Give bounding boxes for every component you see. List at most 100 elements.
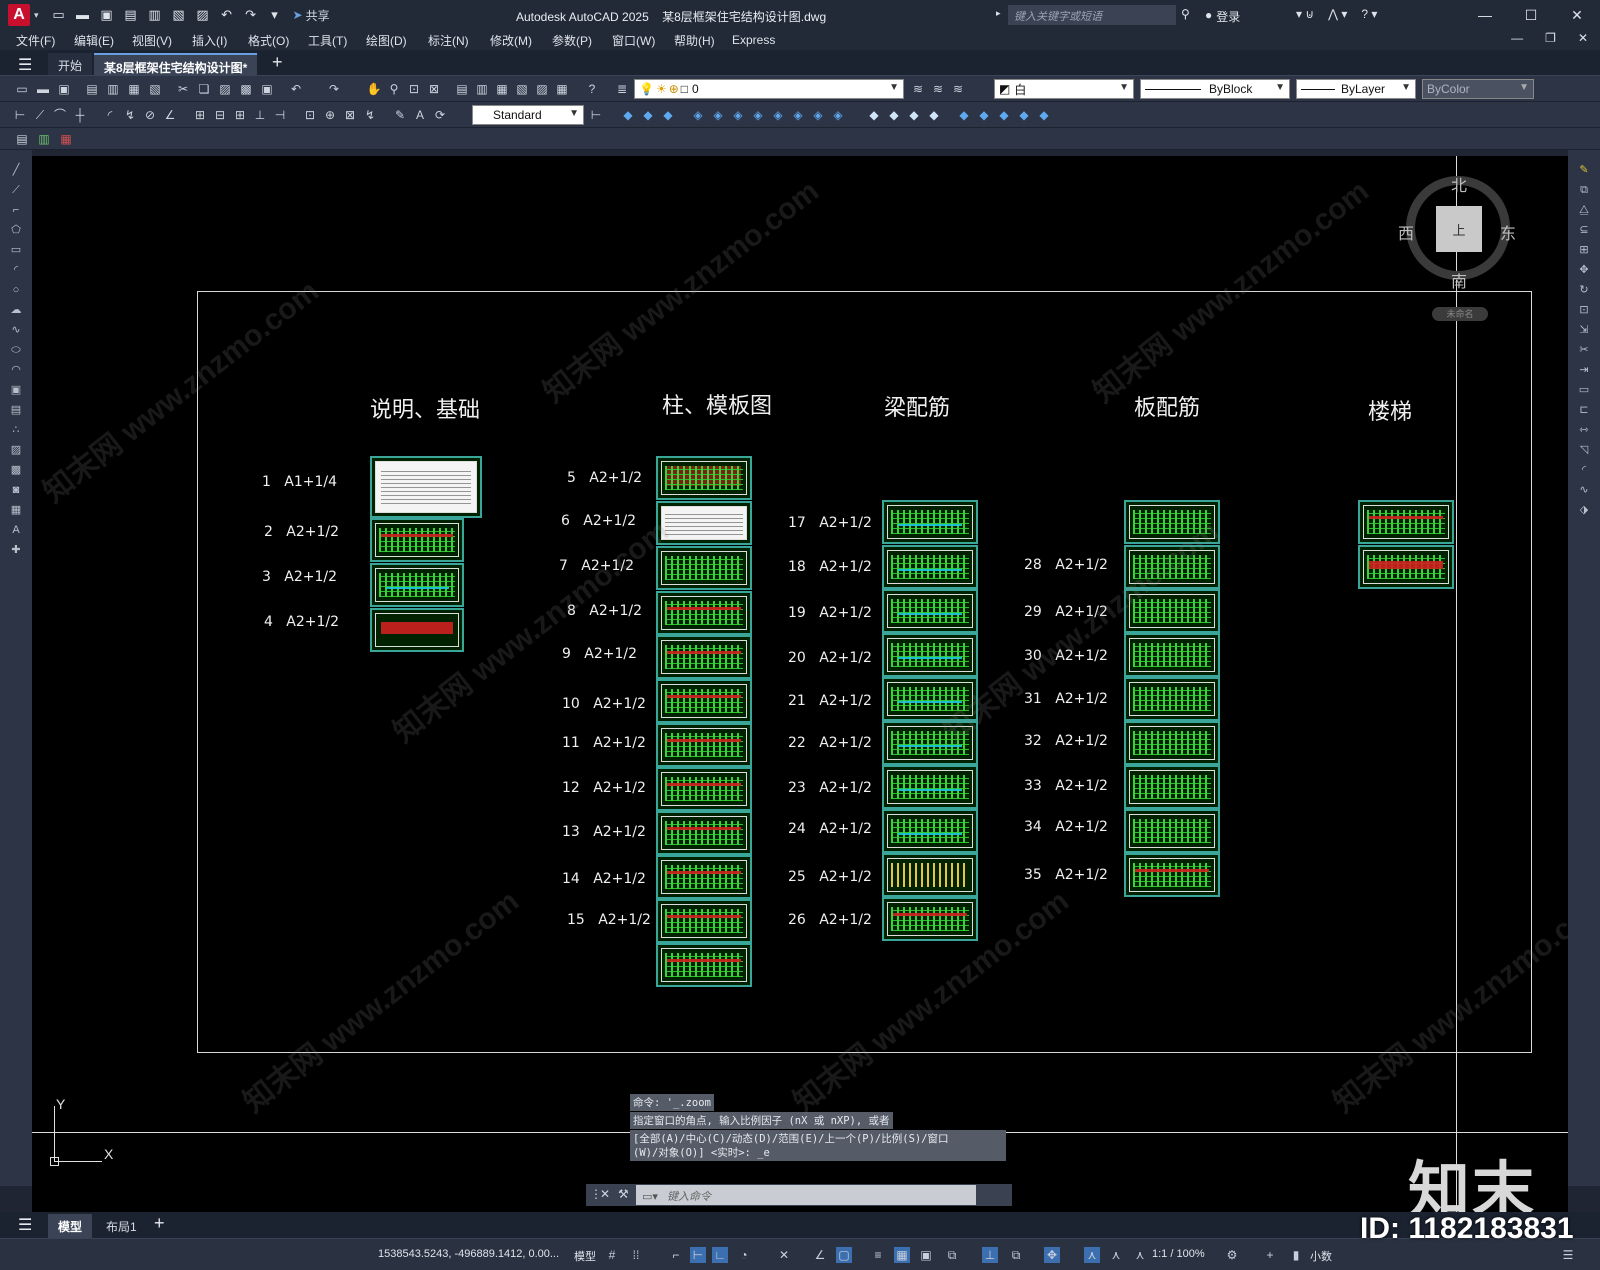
doc-restore-icon[interactable]: ❐: [1545, 31, 1556, 45]
linear-dim-icon[interactable]: ⊢: [12, 107, 28, 123]
aligned-dim-icon[interactable]: ⟋: [32, 107, 48, 123]
plot-preview-icon[interactable]: ▧: [171, 7, 187, 23]
undo-icon[interactable]: ↶: [288, 81, 304, 97]
extend-icon[interactable]: ⇥: [1576, 362, 1592, 378]
revision-cloud-icon[interactable]: ☁: [8, 302, 24, 318]
block-editor-icon[interactable]: ▣: [259, 81, 275, 97]
maximize-icon[interactable]: ☐: [1508, 0, 1554, 30]
layout-menu-icon[interactable]: ☰: [18, 1215, 32, 1235]
tab-start[interactable]: 开始: [48, 53, 93, 75]
sheet-thumbnail-14[interactable]: [656, 855, 752, 899]
menu-window[interactable]: 窗口(W): [612, 32, 674, 49]
ellipse-arc-icon[interactable]: ◠: [8, 362, 24, 378]
menu-view[interactable]: 视图(V): [132, 32, 192, 49]
ordinate-dim-icon[interactable]: ┼: [72, 107, 88, 123]
sheet-thumbnail-15[interactable]: [656, 899, 752, 943]
angular-dim-icon[interactable]: ∠: [162, 107, 178, 123]
tab-document[interactable]: 某8层框架住宅结构设计图*: [94, 53, 258, 76]
construction-line-icon[interactable]: ⟋: [8, 182, 24, 198]
open-icon[interactable]: ▬: [35, 81, 51, 97]
baseline-dim-icon[interactable]: ⊟: [212, 107, 228, 123]
menu-help[interactable]: 帮助(H): [674, 32, 732, 49]
copy-icon[interactable]: ❏: [196, 81, 212, 97]
sheet-thumbnail-35[interactable]: [1124, 853, 1220, 897]
sheet-thumbnail-20[interactable]: [882, 633, 978, 677]
new-file-icon[interactable]: ▭: [51, 7, 67, 23]
new-tab-icon[interactable]: +: [272, 52, 283, 73]
lineweight-icon[interactable]: ≡: [870, 1247, 886, 1263]
dim-style-icon[interactable]: ⊢: [588, 107, 604, 123]
save-icon[interactable]: ▣: [56, 81, 72, 97]
tool-palettes-icon[interactable]: ▦: [494, 81, 510, 97]
workspace-gear-icon[interactable]: ⚙: [1224, 1247, 1240, 1263]
qnew-icon[interactable]: ▭: [14, 81, 30, 97]
blend-icon[interactable]: ∿: [1576, 482, 1592, 498]
jogged-linear-icon[interactable]: ↯: [362, 107, 378, 123]
view-icon[interactable]: ◈: [690, 107, 706, 123]
break-at-point-icon[interactable]: ▭: [1576, 382, 1592, 398]
paste-icon[interactable]: ▨: [217, 81, 233, 97]
copy-object-icon[interactable]: ⧉: [1576, 182, 1592, 198]
tab-layout1[interactable]: 布局1: [96, 1214, 147, 1239]
annotation-monitor-icon[interactable]: +: [1262, 1247, 1278, 1263]
make-block-icon[interactable]: ▤: [8, 402, 24, 418]
transparency-icon[interactable]: ▦: [894, 1247, 910, 1263]
publish-pdf-icon[interactable]: ▦: [58, 131, 74, 147]
zoom-realtime-icon[interactable]: ⚲: [386, 81, 402, 97]
app-menu-chevron-icon[interactable]: ▾: [34, 10, 39, 21]
ucs-previous-icon[interactable]: ◆: [660, 107, 676, 123]
ucs-world-icon[interactable]: ◆: [640, 107, 656, 123]
annotation-visibility-icon[interactable]: ⋏: [1084, 1247, 1100, 1263]
union-icon[interactable]: ◆: [956, 107, 972, 123]
sheet-thumbnail-11[interactable]: [656, 723, 752, 767]
text-style-dropdown[interactable]: Standard ▼: [472, 105, 584, 125]
menu-file[interactable]: 文件(F): [16, 32, 74, 49]
pan-icon[interactable]: ✋: [366, 81, 382, 97]
quickcalc-icon[interactable]: ▦: [554, 81, 570, 97]
explode-icon[interactable]: ⬗: [1576, 502, 1592, 518]
undo-icon[interactable]: ↶: [219, 7, 235, 23]
sheet-thumbnail-16[interactable]: [656, 943, 752, 987]
menu-parametric[interactable]: 参数(P): [552, 32, 612, 49]
sheet-thumbnail-25[interactable]: [882, 853, 978, 897]
preview-icon[interactable]: ▥: [105, 81, 121, 97]
sheet-thumbnail-32[interactable]: [1124, 721, 1220, 765]
markup-icon[interactable]: ▨: [534, 81, 550, 97]
help-icon[interactable]: ? ▾: [1361, 7, 1377, 21]
stretch-icon[interactable]: ⇲: [1576, 322, 1592, 338]
command-input[interactable]: ▭▾ 键入命令: [636, 1185, 976, 1205]
customize-wrench-icon[interactable]: ⚒: [618, 1187, 629, 1201]
cart-icon[interactable]: ▾ ⊍: [1296, 7, 1314, 21]
gizmo-icon[interactable]: ✥: [1044, 1247, 1060, 1263]
units-value[interactable]: 小数: [1310, 1248, 1332, 1264]
compass-east[interactable]: 东: [1500, 220, 1516, 244]
trim-icon[interactable]: ✂: [1576, 342, 1592, 358]
rotate-icon[interactable]: ↻: [1576, 282, 1592, 298]
dim-text-edit-icon[interactable]: A: [412, 107, 428, 123]
command-line-close-icon[interactable]: ✕: [600, 1187, 610, 1201]
markup-set-icon[interactable]: ▥: [36, 131, 52, 147]
compass-west[interactable]: 西: [1398, 220, 1414, 244]
zoom-window-icon[interactable]: ⊡: [406, 81, 422, 97]
3d-print-icon[interactable]: ▧: [147, 81, 163, 97]
annotation-scale-icon[interactable]: ⋏: [1132, 1247, 1148, 1263]
ellipse-icon[interactable]: ⬭: [8, 342, 24, 358]
move-icon[interactable]: ✥: [1576, 262, 1592, 278]
table-icon[interactable]: ▦: [8, 502, 24, 518]
sheet-thumbnail-8[interactable]: [656, 591, 752, 635]
sheet-thumbnail-2[interactable]: [370, 518, 464, 562]
dim-break-icon[interactable]: ⊣: [272, 107, 288, 123]
sheet-thumbnail-stair-2[interactable]: [1358, 545, 1454, 589]
plot-icon[interactable]: ▤: [84, 81, 100, 97]
polar-tracking-icon[interactable]: ◔: [736, 1247, 752, 1263]
jogged-dim-icon[interactable]: ↯: [122, 107, 138, 123]
scale-icon[interactable]: ⊡: [1576, 302, 1592, 318]
inspection-icon[interactable]: ⊠: [342, 107, 358, 123]
3d-object-snap-icon[interactable]: ⧉: [944, 1247, 960, 1263]
new-layout-icon[interactable]: +: [154, 1213, 165, 1234]
tolerance-icon[interactable]: ⊡: [302, 107, 318, 123]
sheet-thumbnail-23[interactable]: [882, 765, 978, 809]
sheet-icon[interactable]: ▤: [14, 131, 30, 147]
menu-draw[interactable]: 绘图(D): [366, 32, 428, 49]
sheet-thumbnail-10[interactable]: [656, 679, 752, 723]
